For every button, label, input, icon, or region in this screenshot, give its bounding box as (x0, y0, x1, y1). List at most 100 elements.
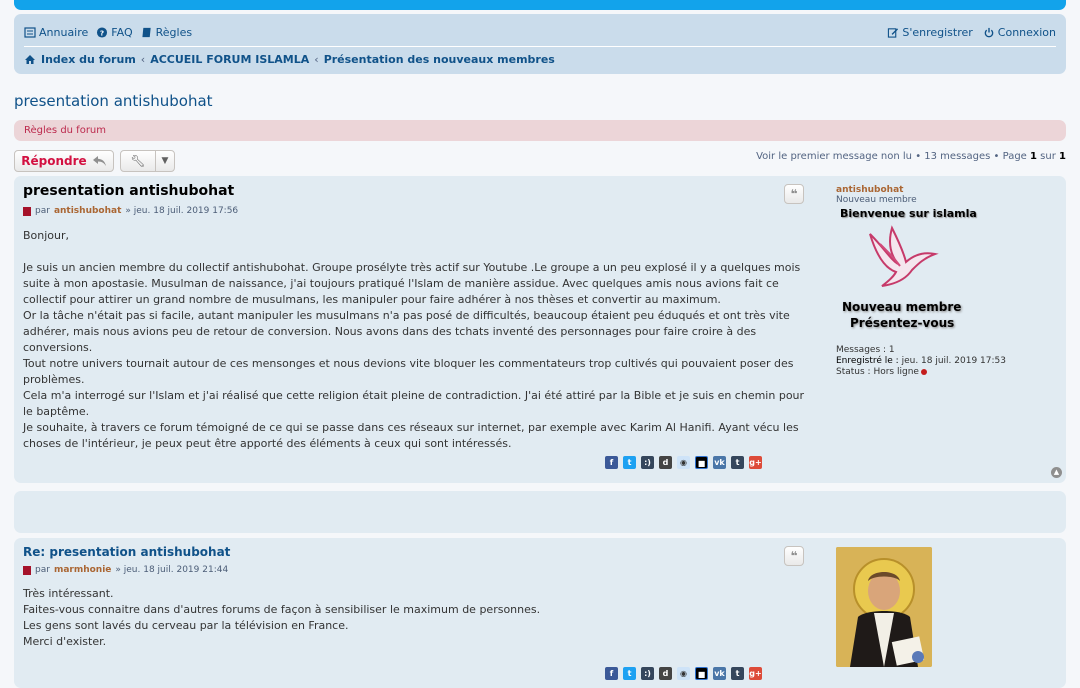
share-icons: f t :) d ◉ ■ vk t g+ (605, 667, 762, 680)
register-label: S'enregistrer (902, 26, 973, 39)
post-paragraph: Très intéressant. (23, 587, 114, 600)
login-label: Connexion (997, 26, 1056, 39)
messages-value[interactable]: 1 (889, 345, 895, 355)
registered-value: jeu. 18 juil. 2019 17:53 (901, 356, 1006, 366)
messages-label: Messages : (836, 345, 887, 355)
status-label: Status : (836, 367, 871, 377)
page-current: 1 (1030, 151, 1037, 162)
faq-label: FAQ (111, 26, 133, 39)
post-icon[interactable] (23, 206, 31, 216)
avatar[interactable] (836, 547, 932, 667)
tumblr-icon[interactable]: t (731, 456, 744, 469)
topic-title[interactable]: presentation antishubohat (14, 92, 213, 110)
pagination: Voir le premier message non lu • 13 mess… (756, 151, 1066, 162)
post-content: Très intéressant. Faites-vous connaitre … (23, 586, 813, 650)
share-icons: f t :) d ◉ ■ vk t g+ (605, 456, 762, 469)
post-paragraph: Or la tâche n'était pas si facile, autan… (23, 309, 790, 354)
post-paragraph: Faites-vous connaitre dans d'autres foru… (23, 603, 541, 616)
address-book-icon (24, 27, 36, 38)
breadcrumb-index[interactable]: Index du forum (41, 53, 136, 66)
regles-link[interactable]: Règles (141, 26, 192, 39)
rank-image-text: Nouveau membre Présentez-vous (842, 299, 1056, 331)
wrench-icon: 🔧︎ (121, 151, 156, 171)
post-paragraph: Tout notre univers tournait autour de ce… (23, 357, 794, 386)
tumblr-chat-icon[interactable]: :) (641, 456, 654, 469)
breadcrumb-presentation[interactable]: Présentation des nouveaux membres (324, 53, 555, 66)
book-icon (142, 27, 151, 38)
svg-text:?: ? (100, 28, 104, 37)
post-meta: par marmhonie » jeu. 18 juil. 2019 21:44 (23, 565, 228, 575)
post-paragraph (23, 244, 813, 260)
breadcrumb-accueil[interactable]: ACCUEIL FORUM ISLAMLA (150, 53, 309, 66)
first-unread-link[interactable]: Voir le premier message non lu (756, 151, 912, 162)
message-count: 13 messages (924, 151, 991, 162)
post-author[interactable]: antishubohat (54, 206, 121, 216)
back-to-top-icon[interactable]: ▲ (1051, 467, 1062, 478)
annuaire-label: Annuaire (39, 26, 89, 39)
annuaire-link[interactable]: Annuaire (24, 26, 88, 39)
forum-rules-banner[interactable]: Règles du forum (14, 120, 1066, 141)
post-paragraph: Je suis un ancien membre du collectif an… (23, 261, 801, 306)
ad-placeholder (14, 491, 1066, 533)
profile-username[interactable]: antishubohat (836, 185, 1056, 195)
facebook-icon[interactable]: f (605, 667, 618, 680)
status-value: Hors ligne (873, 367, 919, 377)
post-paragraph: Cela m'a interrogé sur l'Islam et j'ai r… (23, 389, 805, 418)
post-paragraph: Merci d'exister. (23, 635, 107, 648)
navbar: Annuaire ? FAQ Règles S'enregistrer Conn… (14, 14, 1066, 74)
topic-tools-button[interactable]: 🔧︎ ▼ (120, 150, 175, 172)
reply-button[interactable]: Répondre (14, 150, 114, 172)
twitter-icon[interactable]: t (623, 667, 636, 680)
rank-image-line2: Présentez-vous (850, 316, 955, 330)
post-author[interactable]: marmhonie (54, 565, 111, 575)
tumblr-icon[interactable]: t (731, 667, 744, 680)
delicious-icon[interactable]: ■ (695, 456, 708, 469)
reddit-icon[interactable]: ◉ (677, 456, 690, 469)
post-by: par (35, 565, 50, 575)
register-link[interactable]: S'enregistrer (887, 26, 973, 39)
twitter-icon[interactable]: t (623, 456, 636, 469)
google-plus-icon[interactable]: g+ (749, 456, 762, 469)
post-meta: par antishubohat » jeu. 18 juil. 2019 17… (23, 206, 238, 216)
profile-stats: Messages : 1 Enregistré le : jeu. 18 jui… (836, 345, 1056, 378)
post-by: par (35, 206, 50, 216)
tumblr-chat-icon[interactable]: :) (641, 667, 654, 680)
post-title[interactable]: Re: presentation antishubohat (23, 545, 230, 559)
rank-image-line1: Nouveau membre (842, 300, 962, 314)
page-total: 1 (1059, 151, 1066, 162)
quick-links: Annuaire ? FAQ Règles (24, 26, 192, 39)
login-link[interactable]: Connexion (983, 26, 1056, 39)
post-date: » jeu. 18 juil. 2019 21:44 (115, 565, 229, 575)
chevron-down-icon: ▼ (161, 156, 169, 166)
top-header-strip (14, 0, 1066, 10)
post-date: » jeu. 18 juil. 2019 17:56 (125, 206, 239, 216)
vk-icon[interactable]: vk (713, 667, 726, 680)
google-plus-icon[interactable]: g+ (749, 667, 762, 680)
regles-label: Règles (155, 26, 193, 39)
post-paragraph: Je souhaite, à travers ce forum témoigné… (23, 421, 799, 450)
page-prefix: Page (1002, 151, 1027, 162)
reply-label: Répondre (21, 154, 87, 168)
offline-status-icon (920, 368, 927, 375)
quote-button[interactable]: ❝ (784, 546, 804, 566)
forum-rules-label: Règles du forum (24, 125, 107, 136)
user-links: S'enregistrer Connexion (887, 26, 1056, 39)
post-icon[interactable] (23, 565, 31, 575)
dove-icon (869, 225, 939, 287)
post-paragraph: Les gens sont lavés du cerveau par la té… (23, 619, 349, 632)
breadcrumb-separator: ‹ (314, 53, 319, 66)
facebook-icon[interactable]: f (605, 456, 618, 469)
post-paragraph: Bonjour, (23, 229, 70, 242)
registered-label: Enregistré le : (836, 356, 899, 366)
faq-link[interactable]: ? FAQ (96, 26, 133, 39)
edit-icon (888, 28, 899, 38)
digg-icon[interactable]: d (659, 667, 672, 680)
reddit-icon[interactable]: ◉ (677, 667, 690, 680)
vk-icon[interactable]: vk (713, 456, 726, 469)
post-title[interactable]: presentation antishubohat (23, 183, 234, 199)
profile-rank: Nouveau membre (836, 195, 917, 205)
post-content: Bonjour, Je suis un ancien membre du col… (23, 228, 813, 452)
digg-icon[interactable]: d (659, 456, 672, 469)
quote-button[interactable]: ❝ (784, 184, 804, 204)
delicious-icon[interactable]: ■ (695, 667, 708, 680)
